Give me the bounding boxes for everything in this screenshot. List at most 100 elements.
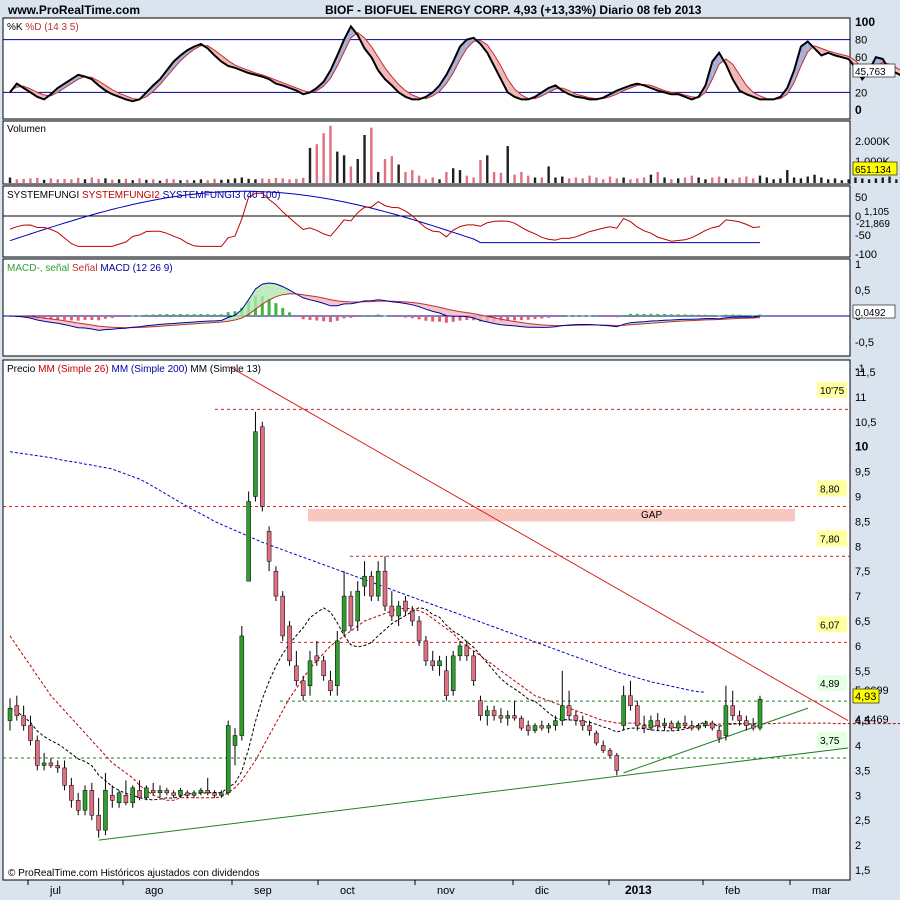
volume-bar [281,178,284,183]
stoch-tick-label: 20 [855,87,867,99]
candle-body [464,645,470,657]
macd-hist-bar [628,313,632,316]
macd-hist-bar [724,314,728,316]
volume-bar [124,178,128,183]
volume-bar [649,174,653,183]
candle-body [7,707,13,721]
macd-hist-bar [97,316,101,321]
candle-body [689,725,695,729]
volume-bar [547,166,550,183]
system-tick-label: -50 [855,230,871,242]
price-tick-label: 4 [855,741,861,753]
candle-body [110,795,115,801]
volume-bar [772,179,775,183]
candle-body [696,725,701,729]
macd-hist-bar [676,314,680,316]
volume-bar [629,179,632,183]
macd-hist-bar [417,316,421,320]
candle-body [675,722,681,729]
macd-hist-bar [526,316,530,320]
macd-hist-bar [192,314,196,316]
candle-body [89,790,95,816]
volume-bar [267,178,271,183]
macd-tick-label: 0,5 [855,285,870,297]
volume-bar [690,175,694,183]
volume-bar [336,151,339,183]
macd-hist-bar [383,315,387,317]
candle-body [69,785,74,801]
stoch-tick-label: 0 [855,103,862,117]
stoch-legend: %K %D (14 3 5) [7,22,79,33]
macd-hist-bar [294,316,298,317]
stoch-tick-label: 60 [855,52,867,64]
candle-body [314,655,320,662]
volume-bar [274,177,278,183]
macd-hist-bar [185,314,189,316]
candle-body [744,720,749,726]
volume-bar [206,180,209,183]
macd-hist-bar [649,313,653,316]
candle-body [750,725,756,729]
volume-bar [458,170,462,183]
copyright: © ProRealTime.com Históricos ajustados c… [8,868,260,879]
candle-body [273,570,279,597]
candle-body [553,720,558,726]
volume-bar [881,177,884,183]
x-axis-label: 2013 [625,883,652,897]
candle-body [655,720,660,726]
price-tick-label: 1,5 [855,865,870,877]
candle-body [737,715,742,721]
volume-bar [70,179,73,183]
volume-bar [615,178,619,183]
price-tick-label: 3,5 [855,765,870,777]
candle-body [341,595,347,632]
volume-bar [83,179,87,183]
level-label: 8,80 [820,484,840,495]
candle-body [369,575,374,597]
volume-bar [8,177,12,183]
macd-hist-bar [438,316,442,322]
volume-bar [792,177,796,183]
x-axis-label: feb [725,885,740,897]
x-axis-label: mar [812,885,831,897]
macd-hist-bar [349,316,353,318]
stock-chart: www.ProRealTime.com BIOF - BIOFUEL ENERG… [0,0,900,900]
candle-body [716,730,722,739]
macd-hist-bar [594,315,598,317]
candle-body [260,426,265,507]
macd-tick-label: 1 [855,259,861,271]
candle-body [471,655,476,682]
candle-body [307,660,313,686]
volume-bar [786,170,789,183]
price-tick-label: 7,5 [855,566,870,578]
candle-body [628,695,633,706]
macd-hist-bar [703,314,707,316]
candle-body [171,792,176,796]
macd-hist-bar [424,316,428,321]
volume-bar [254,179,257,183]
volume-bar [554,177,557,183]
volume-bar [172,179,175,183]
candle-body [396,605,401,617]
macd-hist-bar [663,314,667,316]
candle-body [430,660,435,667]
price-tick-label: 8,5 [855,516,870,528]
candle-body [123,795,129,804]
x-axis-label: sep [254,885,272,897]
candle-body [219,792,224,796]
candle-body [450,655,456,691]
macd-hist-bar [690,314,694,316]
macd-hist-bar [397,316,401,318]
price-legend: Precio MM (Simple 26) MM (Simple 200) MM… [7,364,261,375]
volume-bar [526,175,530,183]
macd-hist-bar [69,316,73,321]
candle-body [178,790,183,796]
macd-hist-bar [533,316,537,320]
candle-body [348,595,354,627]
macd-hist-bar [219,314,223,316]
price-tick-label: 2,5 [855,815,870,827]
price-tick-label: 10 [855,440,869,454]
volume-bar [431,177,434,183]
system-legend-1: SYSTEMFUNGI [7,190,82,201]
gap-label: GAP [641,510,662,521]
